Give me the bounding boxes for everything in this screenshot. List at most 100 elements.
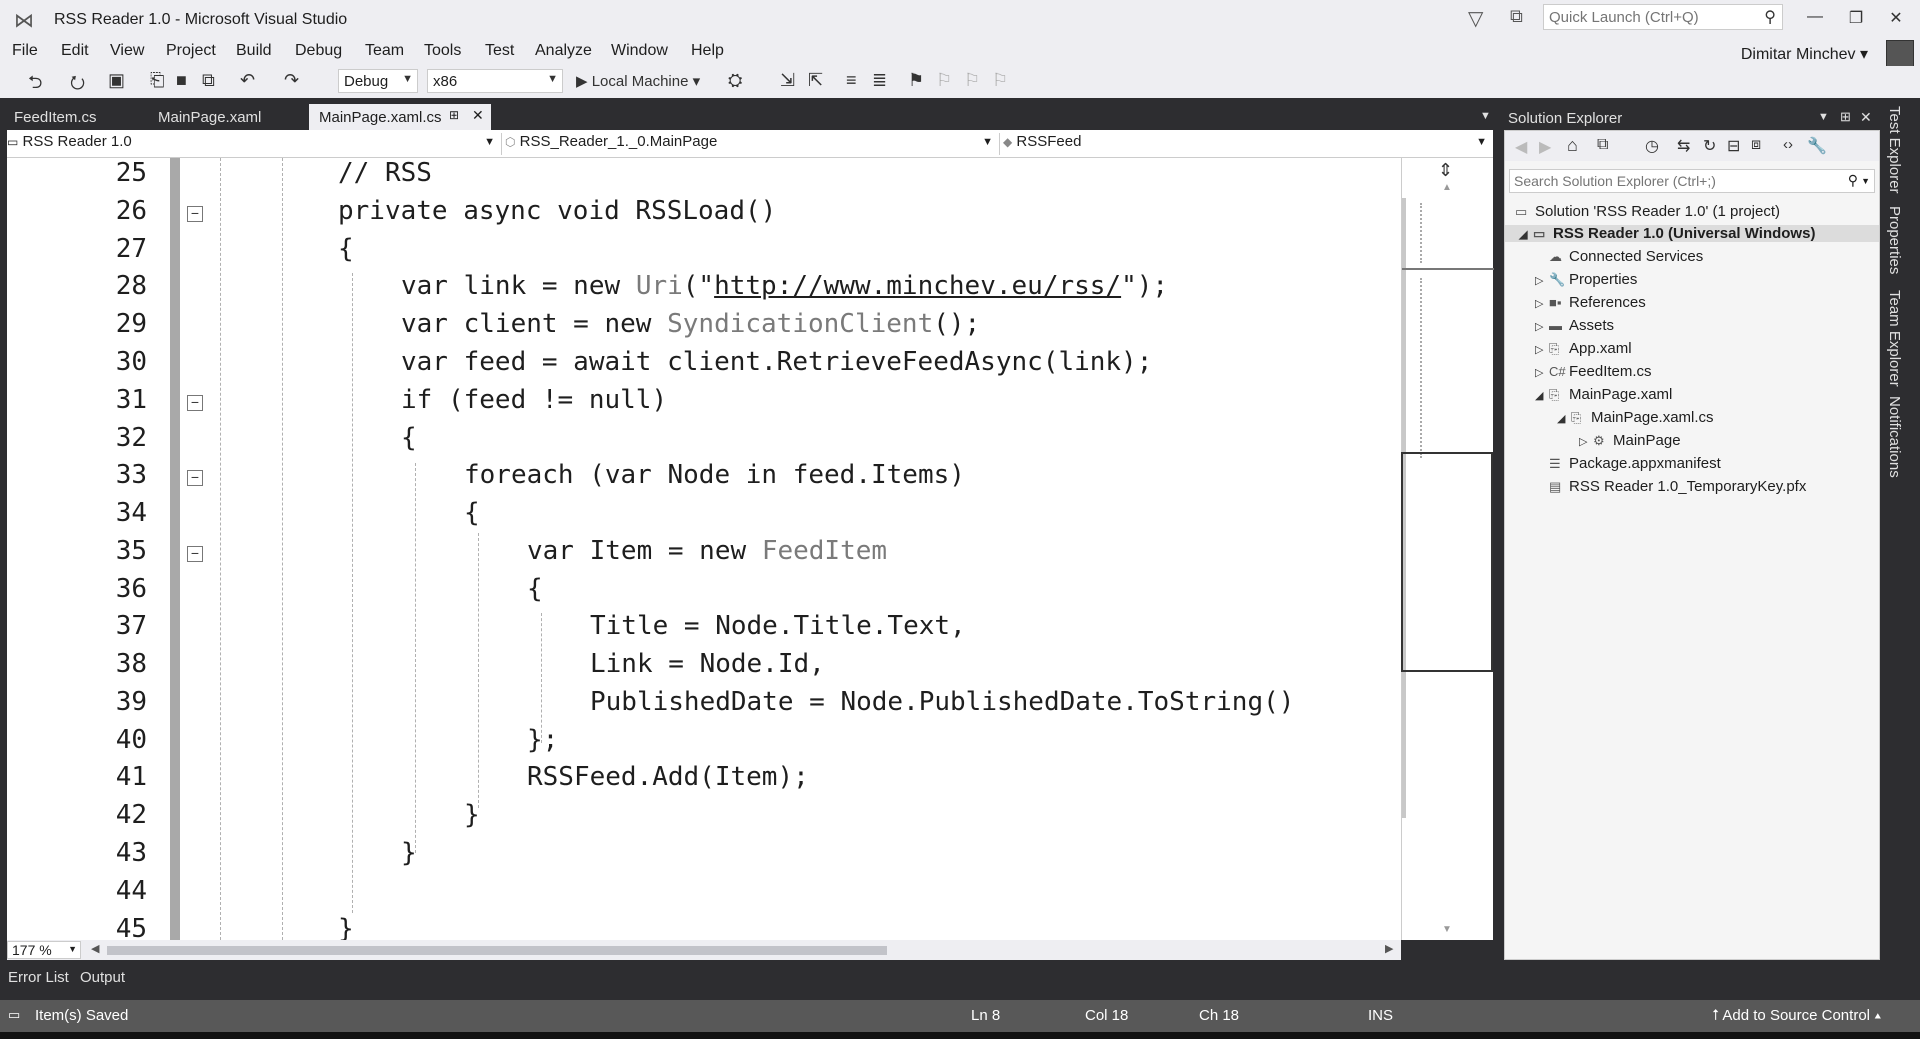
split-window-icon[interactable]: ⇕	[1438, 160, 1453, 181]
menu-project[interactable]: Project	[166, 42, 216, 60]
tree-item-mainpage-xaml[interactable]: ◢ ⎘ MainPage.xaml	[1535, 386, 1672, 403]
pending-changes-icon[interactable]: ◷	[1645, 136, 1659, 156]
tab-feeditem-cs[interactable]: FeedItem.cs	[4, 104, 152, 130]
collapse-icon[interactable]: −	[187, 546, 203, 562]
start-debugging-button[interactable]: ▶ Local Machine ▾	[576, 72, 700, 90]
tab-mainpage-xaml[interactable]: MainPage.xaml	[148, 104, 308, 130]
tab-team-explorer[interactable]: Team Explorer	[1886, 290, 1903, 387]
collapsed-arrow-icon[interactable]: ▷	[1535, 274, 1549, 287]
scroll-map-viewport[interactable]	[1401, 452, 1493, 672]
menu-tools[interactable]: Tools	[424, 42, 461, 60]
solution-configuration-select[interactable]: Debug ▼	[338, 69, 418, 93]
code-editor[interactable]: 25 26 27 28 29 30 31 32 33 34 35 36 37 3…	[7, 158, 1401, 940]
add-to-source-control-button[interactable]: ⭡ Add to Source Control ▴	[1712, 1007, 1882, 1024]
collapsed-arrow-icon[interactable]: ▷	[1535, 343, 1549, 356]
menu-build[interactable]: Build	[236, 42, 272, 60]
pin-icon[interactable]: ⊞	[1840, 109, 1851, 125]
tree-item-properties[interactable]: ▷ 🔧 Properties	[1535, 271, 1637, 288]
menu-view[interactable]: View	[110, 42, 144, 60]
close-icon[interactable]: ✕	[472, 107, 484, 124]
navigate-back-icon[interactable]: ⮌	[28, 70, 42, 100]
collapse-icon[interactable]: −	[187, 395, 203, 411]
menu-help[interactable]: Help	[691, 42, 724, 60]
save-all-icon[interactable]: ⧉	[202, 70, 215, 91]
restore-button[interactable]: ❐	[1836, 8, 1876, 28]
tab-output[interactable]: Output	[80, 969, 125, 986]
menu-window[interactable]: Window	[611, 42, 668, 60]
scroll-down-icon[interactable]: ▼	[1442, 924, 1452, 935]
expanded-arrow-icon[interactable]: ◢	[1557, 412, 1571, 425]
tree-item-temporary-key[interactable]: ▤ RSS Reader 1.0_TemporaryKey.pfx	[1549, 478, 1806, 495]
scrollbar-thumb[interactable]	[107, 946, 887, 955]
properties-wrench-icon[interactable]: 🔧	[1807, 136, 1827, 156]
user-account[interactable]: Dimitar Minchev ▾	[1741, 44, 1868, 64]
member-dropdown[interactable]: ◆ RSSFeed ▼	[1003, 133, 1493, 155]
chevron-down-icon[interactable]: ▼	[1861, 176, 1870, 186]
tree-project[interactable]: ◢ ▭ RSS Reader 1.0 (Universal Windows)	[1505, 225, 1879, 242]
zoom-select[interactable]: 177 % ▼	[7, 941, 81, 959]
tree-item-app-xaml[interactable]: ▷ ⎘ App.xaml	[1535, 340, 1632, 357]
scroll-up-icon[interactable]: ▲	[1442, 182, 1452, 193]
tree-item-assets[interactable]: ▷ ▬ Assets	[1535, 317, 1614, 334]
feedback-icon[interactable]: ⧉	[1510, 6, 1523, 27]
scroll-left-icon[interactable]: ◀	[91, 942, 99, 955]
window-position-icon[interactable]: ▼	[1818, 111, 1829, 123]
new-project-icon[interactable]: ▣	[108, 70, 125, 91]
menu-debug[interactable]: Debug	[295, 42, 342, 60]
expanded-arrow-icon[interactable]: ◢	[1535, 389, 1549, 402]
show-all-files-icon[interactable]: ⧈	[1751, 136, 1761, 154]
forward-icon[interactable]: ▶	[1539, 137, 1551, 157]
collapse-icon[interactable]: −	[187, 470, 203, 486]
bookmark-icon[interactable]: ⚑	[908, 70, 924, 91]
save-icon[interactable]: ■	[176, 70, 187, 91]
collapse-all-icon[interactable]: ⊟	[1727, 136, 1740, 156]
tree-item-feeditem-cs[interactable]: ▷ C# FeedItem.cs	[1535, 363, 1652, 380]
solution-explorer-search[interactable]: ⚲ ▼	[1509, 169, 1875, 193]
tab-mainpage-xaml-cs[interactable]: MainPage.xaml.cs ⊞ ✕	[309, 104, 491, 130]
minimize-button[interactable]: —	[1795, 8, 1835, 26]
prev-bookmark-icon[interactable]: ⚐	[936, 70, 952, 91]
tree-item-mainpage-class[interactable]: ▷ ⚙ MainPage	[1579, 432, 1681, 449]
tab-test-explorer[interactable]: Test Explorer	[1886, 106, 1903, 194]
filter-icon[interactable]: ▽	[1468, 6, 1483, 31]
menu-file[interactable]: File	[12, 42, 38, 60]
scroll-right-icon[interactable]: ▶	[1385, 942, 1393, 955]
step-over-icon[interactable]: ⇱	[808, 70, 823, 91]
menu-test[interactable]: Test	[485, 42, 514, 60]
menu-team[interactable]: Team	[365, 42, 404, 60]
tab-properties[interactable]: Properties	[1886, 206, 1903, 274]
project-dropdown[interactable]: ▭ RSS Reader 1.0 ▼	[7, 133, 502, 155]
close-icon[interactable]: ✕	[1860, 109, 1872, 126]
collapsed-arrow-icon[interactable]: ▷	[1579, 435, 1593, 448]
menu-analyze[interactable]: Analyze	[535, 42, 592, 60]
close-window-button[interactable]: ✕	[1876, 8, 1916, 28]
quick-launch[interactable]: ⚲	[1543, 4, 1783, 30]
tab-error-list[interactable]: Error List	[8, 969, 69, 986]
step-into-icon[interactable]: ⇲	[780, 70, 795, 91]
next-bookmark-icon[interactable]: ⚐	[964, 70, 980, 91]
refresh-icon[interactable]: ↻	[1703, 136, 1716, 156]
sync-icon[interactable]: ⧉	[1597, 136, 1608, 154]
url-link[interactable]: http://www.minchev.eu/rss/	[714, 271, 1121, 301]
quick-launch-input[interactable]	[1544, 5, 1754, 26]
back-icon[interactable]: ◀	[1515, 137, 1527, 157]
undo-icon[interactable]: ↶	[240, 70, 255, 91]
tree-item-references[interactable]: ▷ ■▪ References	[1535, 294, 1646, 311]
sync-with-document-icon[interactable]: ⇆	[1677, 136, 1690, 156]
tab-overflow-icon[interactable]: ▼	[1480, 110, 1491, 122]
uncomment-icon[interactable]: ≣	[872, 70, 887, 91]
solution-platform-select[interactable]: x86 ▼	[427, 69, 563, 93]
home-icon[interactable]: ⌂	[1567, 135, 1578, 156]
tree-item-connected-services[interactable]: ☁ Connected Services	[1549, 248, 1703, 265]
browser-link-icon[interactable]: ⛭	[728, 70, 742, 91]
open-file-icon[interactable]: ⎗	[150, 70, 164, 91]
collapsed-arrow-icon[interactable]: ▷	[1535, 297, 1549, 310]
search-icon[interactable]: ⚲	[1764, 7, 1776, 27]
collapsed-arrow-icon[interactable]: ▷	[1535, 366, 1549, 379]
solution-search-input[interactable]	[1510, 170, 1834, 189]
class-dropdown[interactable]: ⬡ RSS_Reader_1._0.MainPage ▼	[505, 133, 1000, 155]
tab-notifications[interactable]: Notifications	[1886, 396, 1903, 478]
menu-edit[interactable]: Edit	[61, 42, 89, 60]
navigate-forward-icon[interactable]: ⭮	[70, 70, 85, 100]
collapsed-arrow-icon[interactable]: ▷	[1535, 320, 1549, 333]
